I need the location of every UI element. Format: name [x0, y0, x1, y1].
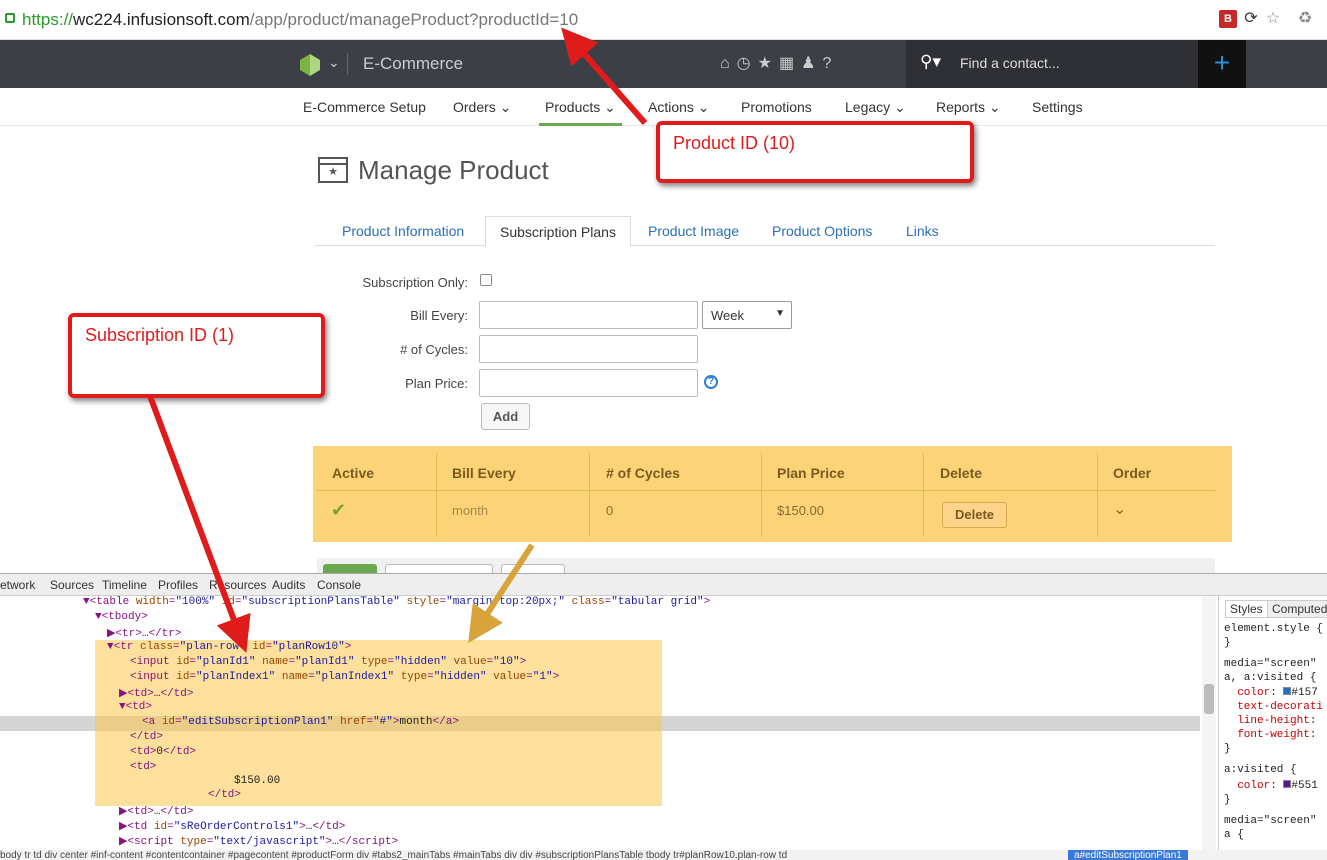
arrow-to-product-id: [561, 27, 648, 125]
annotation-arrows: [147, 27, 648, 653]
arrow-to-code: [468, 543, 535, 644]
arrow-to-plan-row: [147, 394, 251, 653]
